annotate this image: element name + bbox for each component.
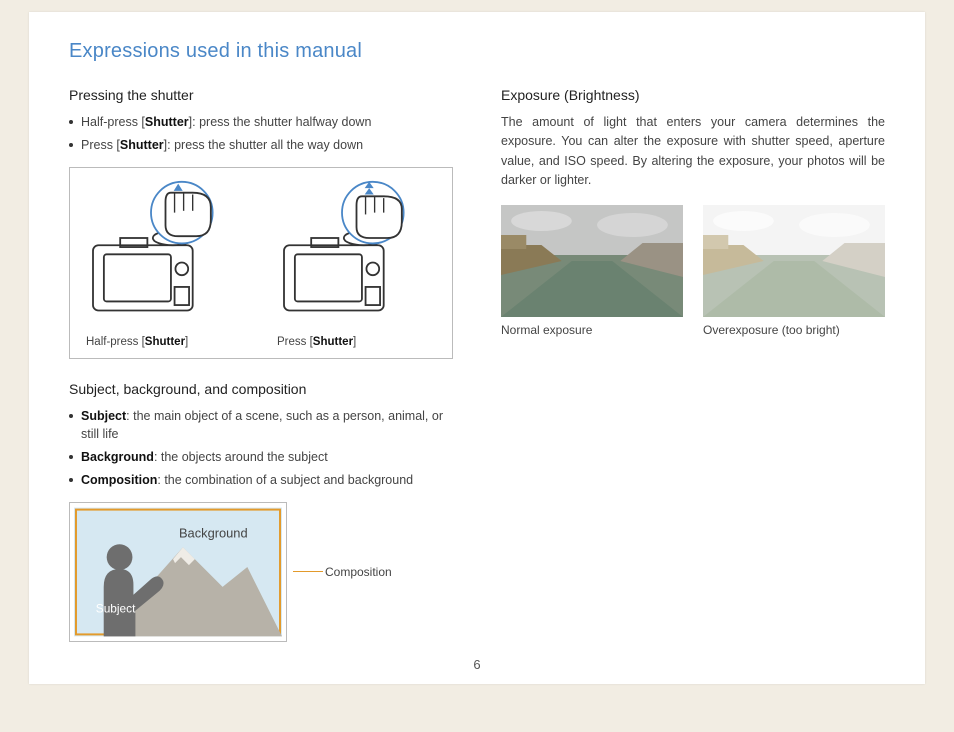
shutter-figure-box: Half-press [Shutter] xyxy=(69,167,453,359)
subject-heading: Subject, background, and composition xyxy=(69,381,453,397)
exposure-body: The amount of light that enters your cam… xyxy=(501,113,885,191)
caption-normal: Normal exposure xyxy=(501,323,683,337)
photo-normal-image xyxy=(501,205,683,317)
photo-over-image xyxy=(703,205,885,317)
composition-callout: Composition xyxy=(293,565,392,579)
composition-icon: Background Subject xyxy=(74,507,282,637)
exposure-photo-row: Normal exposure xyxy=(501,205,885,337)
columns: Pressing the shutter Half-press [Shutter… xyxy=(69,87,885,642)
label-subject: Subject xyxy=(96,601,136,615)
photo-over: Overexposure (too bright) xyxy=(703,205,885,337)
composition-leader-line xyxy=(293,571,323,572)
exposure-heading: Exposure (Brightness) xyxy=(501,87,885,103)
camera-half-press-icon xyxy=(80,180,251,325)
shutter-heading: Pressing the shutter xyxy=(69,87,453,103)
camera-full-press: Press [Shutter] xyxy=(271,180,442,348)
caption-full-press: Press [Shutter] xyxy=(271,336,442,348)
page-title: Expressions used in this manual xyxy=(69,40,885,63)
shutter-item-1: Half-press [Shutter]: press the shutter … xyxy=(69,113,453,132)
caption-half-press: Half-press [Shutter] xyxy=(80,336,251,348)
composition-label: Composition xyxy=(325,565,392,579)
left-column: Pressing the shutter Half-press [Shutter… xyxy=(69,87,453,642)
shutter-list: Half-press [Shutter]: press the shutter … xyxy=(69,113,453,155)
subject-item-1: Subject: the main object of a scene, suc… xyxy=(69,407,453,445)
caption-over: Overexposure (too bright) xyxy=(703,323,885,337)
subject-list: Subject: the main object of a scene, suc… xyxy=(69,407,453,490)
shutter-item-2: Press [Shutter]: press the shutter all t… xyxy=(69,136,453,155)
camera-half-press: Half-press [Shutter] xyxy=(80,180,251,348)
label-background: Background xyxy=(179,525,248,540)
right-column: Exposure (Brightness) The amount of ligh… xyxy=(501,87,885,642)
photo-normal: Normal exposure xyxy=(501,205,683,337)
composition-figure: Background Subject xyxy=(69,502,287,642)
subject-item-3: Composition: the combination of a subjec… xyxy=(69,471,453,490)
composition-figure-row: Background Subject Composition xyxy=(69,502,453,642)
page-number: 6 xyxy=(29,657,925,672)
manual-page: Expressions used in this manual Pressing… xyxy=(29,12,925,684)
subject-item-2: Background: the objects around the subje… xyxy=(69,448,453,467)
camera-full-press-icon xyxy=(271,180,442,325)
